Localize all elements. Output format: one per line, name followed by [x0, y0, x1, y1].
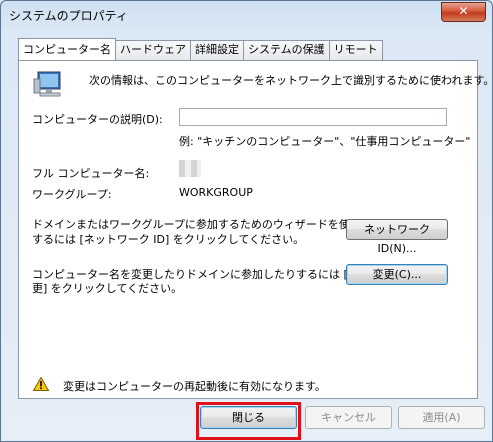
- tab-hardware[interactable]: ハードウェア: [115, 40, 191, 60]
- workgroup-value: WORKGROUP: [179, 186, 253, 199]
- computer-name-panel: 次の情報は、このコンピューターをネットワーク上で識別するために使われます。 コン…: [18, 60, 493, 399]
- change-button[interactable]: 変更(C)...: [346, 264, 448, 285]
- computer-icon: [33, 71, 61, 97]
- highlight-box: [196, 402, 301, 440]
- system-properties-window: システムのプロパティ ✕ コンピューター名 ハードウェア 詳細設定 システムの保…: [0, 0, 493, 442]
- tab-system-protection[interactable]: システムの保護: [243, 40, 330, 60]
- close-icon: ✕: [458, 4, 469, 18]
- workgroup-label: ワークグループ:: [32, 188, 112, 201]
- window-title: システムのプロパティ: [9, 9, 128, 23]
- cancel-button[interactable]: キャンセル: [305, 406, 392, 429]
- full-name-value-redacted: [179, 160, 201, 177]
- wizard-text-line1: ドメインまたはワークグループに参加するためのウィザードを使用: [32, 218, 361, 231]
- tab-strip: コンピューター名 ハードウェア 詳細設定 システムの保護 リモート: [18, 38, 383, 60]
- tab-advanced[interactable]: 詳細設定: [190, 40, 244, 60]
- full-name-label: フル コンピューター名:: [32, 167, 150, 180]
- title-bar[interactable]: システムのプロパティ ✕: [1, 1, 492, 27]
- tab-remote[interactable]: リモート: [328, 40, 383, 60]
- description-label: コンピューターの説明(D):: [32, 113, 163, 126]
- warning-text: 変更はコンピューターの再起動後に有効になります。: [63, 380, 326, 393]
- wizard-text-line2: するには [ネットワーク ID] をクリックしてください。: [32, 233, 305, 246]
- apply-button[interactable]: 適用(A): [398, 406, 485, 429]
- close-window-button[interactable]: ✕: [441, 2, 486, 22]
- network-id-button[interactable]: ネットワーク ID(N)...: [346, 219, 448, 255]
- intro-text: 次の情報は、このコンピューターをネットワーク上で識別するために使われます。: [89, 74, 493, 87]
- description-input[interactable]: [179, 108, 447, 126]
- description-hint: 例: "キッチンのコンピューター"、"仕事用コンピューター": [179, 135, 471, 148]
- rename-text-line2: 更] をクリックしてください。: [32, 282, 183, 295]
- warning-icon: [33, 377, 49, 391]
- tab-computer-name[interactable]: コンピューター名: [18, 38, 116, 60]
